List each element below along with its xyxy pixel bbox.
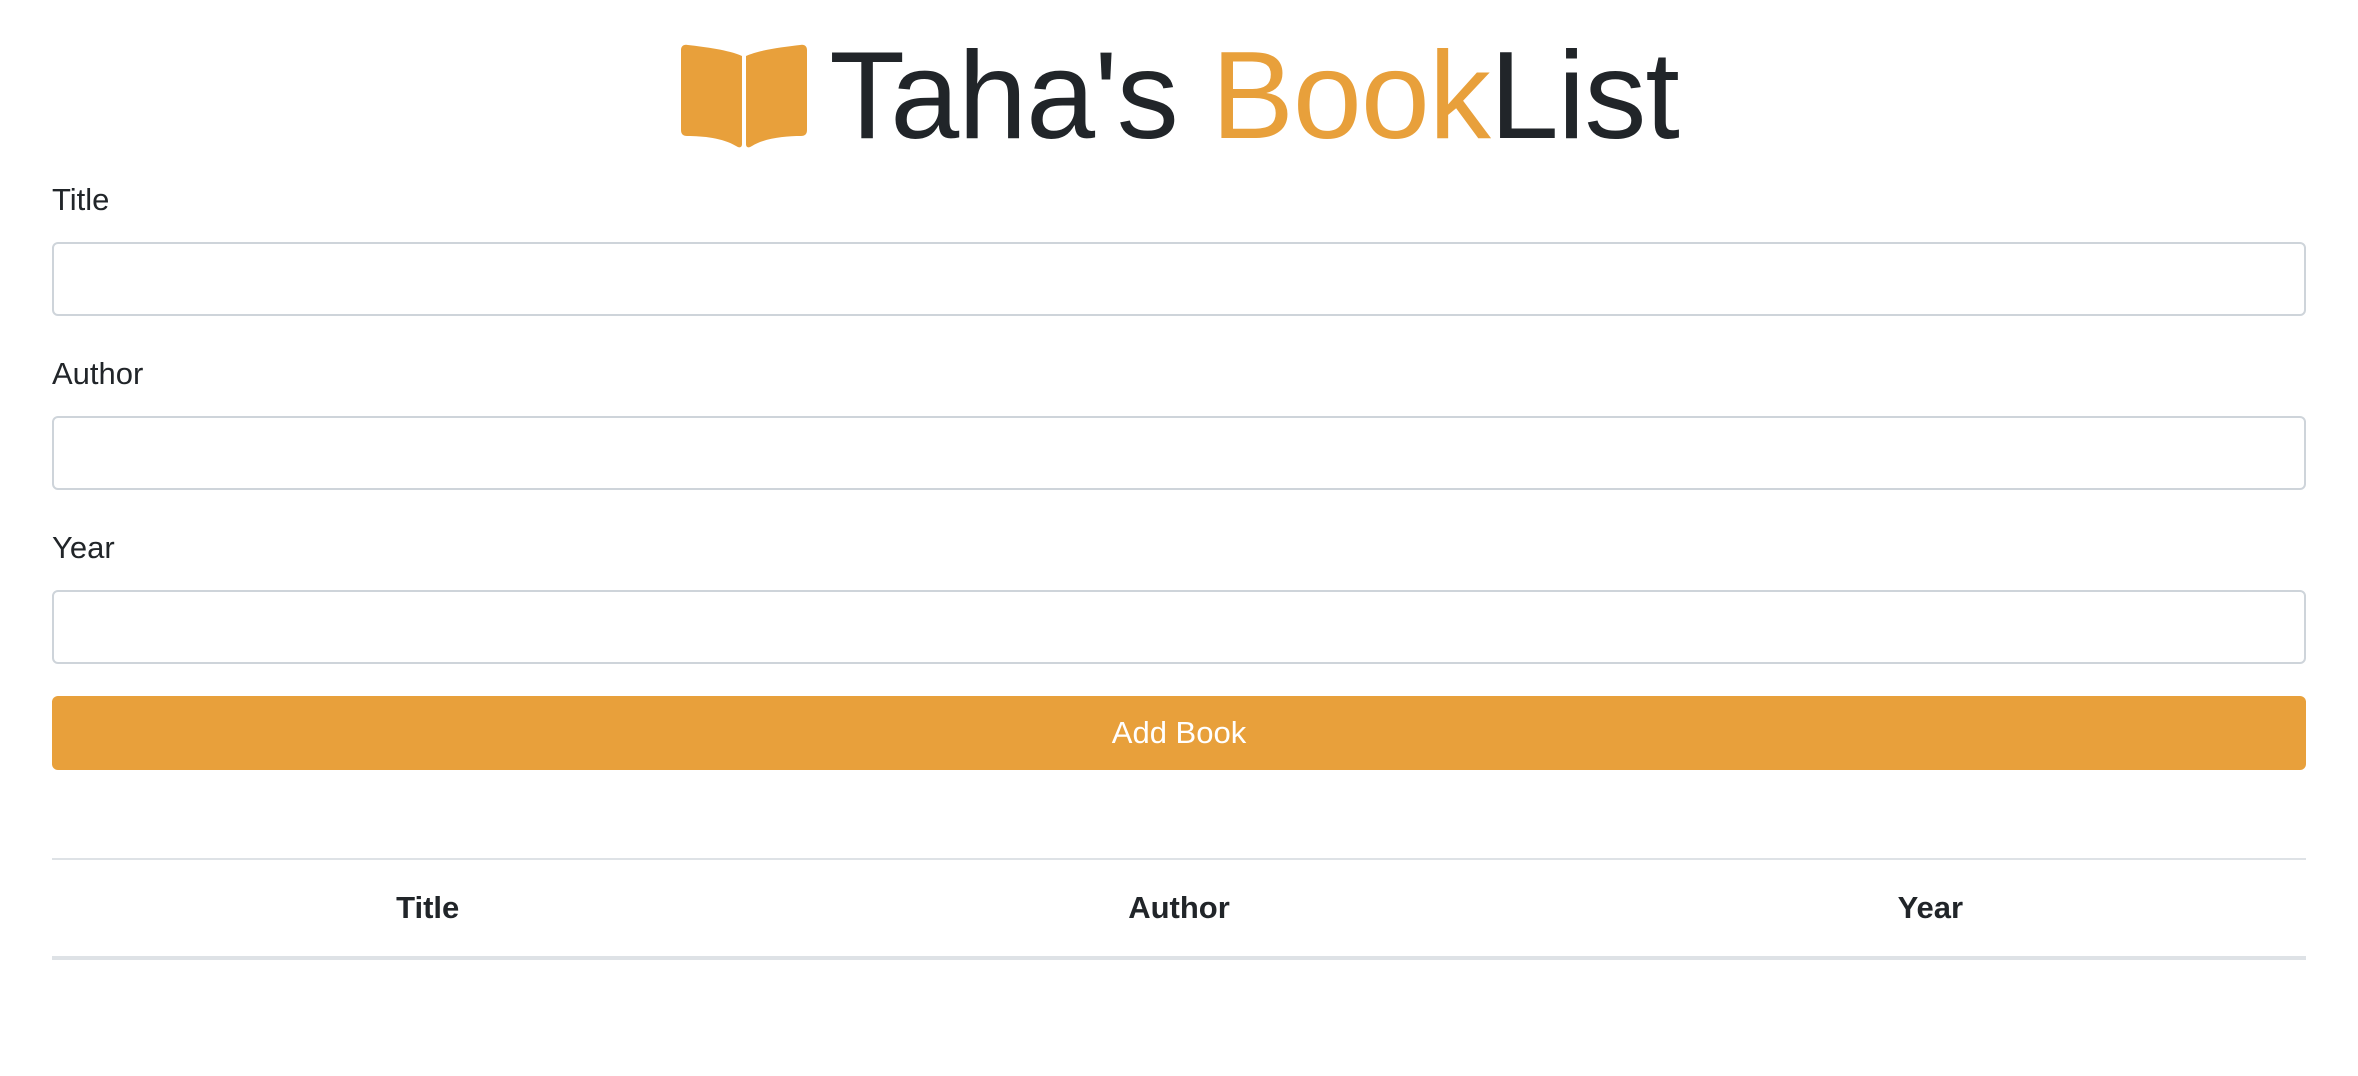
title-part-list: List [1489, 27, 1680, 165]
table-header: Title Author Year [52, 858, 2306, 960]
app-header: Taha's BookList [0, 34, 2358, 158]
column-header-title: Title [52, 858, 804, 960]
table-header-row: Title Author Year [52, 858, 2306, 960]
book-list-table: Title Author Year [52, 858, 2306, 960]
title-part-book: Book [1211, 27, 1491, 165]
page: Taha's BookList Title Author Year Add Bo… [0, 0, 2358, 1076]
title-label: Title [52, 182, 110, 217]
year-input[interactable] [52, 590, 2306, 664]
page-title: Taha's BookList [829, 34, 1680, 158]
open-book-icon [679, 44, 809, 148]
title-input[interactable] [52, 242, 2306, 316]
year-label: Year [52, 530, 115, 565]
add-book-button[interactable]: Add Book [52, 696, 2306, 770]
column-header-year: Year [1554, 858, 2306, 960]
author-label: Author [52, 356, 144, 391]
author-input[interactable] [52, 416, 2306, 490]
title-part-name: Taha's [829, 27, 1212, 165]
add-book-form: Title Author Year Add Book [52, 176, 2306, 770]
column-header-author: Author [803, 858, 1555, 960]
